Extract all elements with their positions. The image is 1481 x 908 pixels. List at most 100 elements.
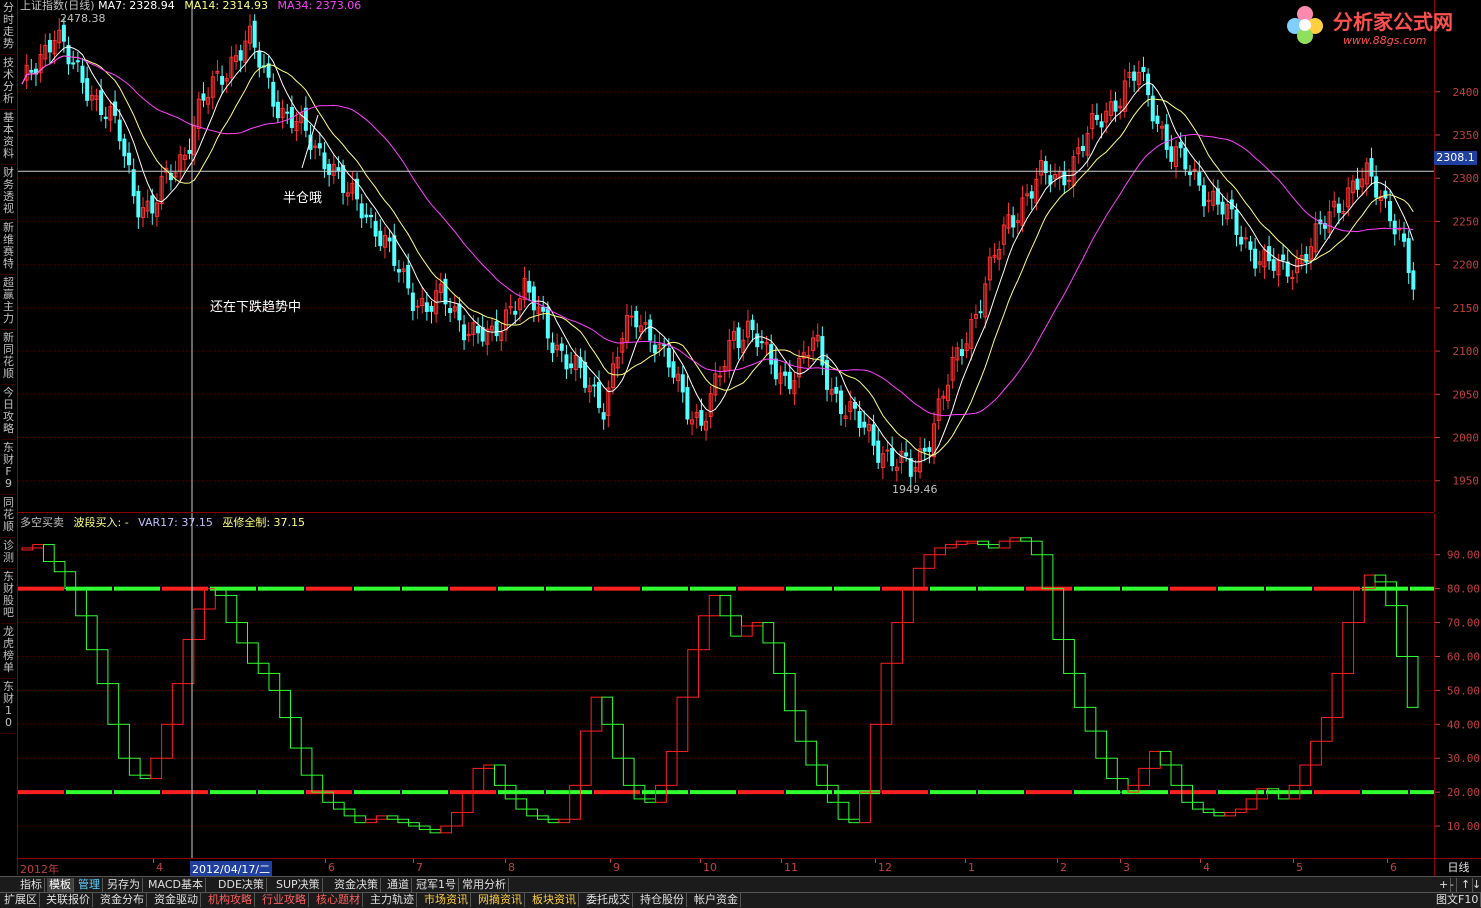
reference-line-segment — [690, 586, 736, 591]
candle-body — [410, 292, 415, 311]
step-bar — [740, 625, 753, 637]
step-bar — [53, 561, 66, 573]
toolbar1-button-3[interactable]: 另存为 — [105, 878, 143, 892]
candle-body — [1369, 158, 1374, 177]
toolbar2-button-8[interactable]: 市场资讯 — [422, 893, 471, 907]
toolbar1-button-6[interactable]: SUP决策 — [274, 878, 323, 892]
sidebar-tab-0[interactable]: 分时走势 — [1, 0, 16, 55]
toolbar2-button-13[interactable]: 帐户资金 — [692, 893, 741, 907]
step-bar — [1406, 655, 1419, 708]
step-bar — [848, 818, 861, 824]
toolbar2-button-0[interactable]: 扩展区 — [2, 893, 40, 907]
toolbar1-right-button-3[interactable]: ↓ — [1470, 878, 1481, 892]
candle-body — [1201, 185, 1206, 207]
toolbar1-button-0[interactable]: 指标 — [18, 878, 45, 892]
candle-body — [838, 390, 843, 415]
toolbar2-button-12[interactable]: 持仓股份 — [638, 893, 687, 907]
toolbar1-right-button-1[interactable]: - — [1448, 878, 1457, 892]
month-label: 1 — [968, 861, 975, 874]
toolbar1-button-8[interactable]: 通道 — [385, 878, 412, 892]
sidebar-tab-6[interactable]: 新同花顺 — [1, 330, 16, 385]
candle-body — [1411, 270, 1416, 290]
sidebar-tab-1[interactable]: 技术分析 — [1, 55, 16, 110]
sidebar-tab-13[interactable]: 东财10 — [1, 679, 16, 734]
price-axis-label: 2300 — [1453, 172, 1480, 185]
step-bar — [773, 642, 785, 674]
step-bar — [128, 757, 141, 776]
candle-body — [448, 308, 453, 313]
reference-line-segment — [114, 790, 160, 795]
sidebar-tab-10[interactable]: 诊测 — [1, 538, 16, 569]
toolbar1-button-9[interactable]: 冠军1号 — [414, 878, 459, 892]
price-axis: 2400 2350 2300 2250 2200 2150 2100 2050 2000 1950 — [1434, 0, 1480, 512]
step-bar — [1030, 540, 1043, 556]
toolbar2-button-2[interactable]: 资金分布 — [98, 893, 147, 907]
step-bar — [171, 683, 184, 725]
period-label[interactable]: 日线 — [1434, 858, 1481, 877]
sidebar-tab-3[interactable]: 财务透视 — [1, 165, 16, 220]
step-bar — [1310, 740, 1322, 766]
f10-button[interactable]: 图文F10 — [1434, 893, 1481, 907]
reference-line-segment — [690, 790, 736, 795]
reference-line-segment — [1122, 586, 1168, 591]
candle-body — [1067, 179, 1071, 182]
indicator-chart[interactable] — [18, 513, 1434, 858]
toolbar2-button-6[interactable]: 核心题材 — [314, 893, 363, 907]
candle-body — [1150, 95, 1155, 122]
toolbar2-button-7[interactable]: 主力轨迹 — [368, 893, 417, 907]
step-bar — [708, 594, 721, 617]
step-bar — [891, 622, 904, 664]
ma-line-ma34 — [21, 55, 1414, 417]
toolbar2-button-9[interactable]: 网摘资讯 — [476, 893, 525, 907]
month-tick — [781, 859, 782, 863]
toolbar2-button-11[interactable]: 委托成交 — [584, 893, 633, 907]
sidebar-tab-4[interactable]: 新维赛特 — [1, 220, 16, 275]
sidebar-tab-7[interactable]: 今日攻略 — [1, 385, 16, 440]
toolbar2-button-3[interactable]: 资金驱动 — [152, 893, 201, 907]
toolbar2-button-10[interactable]: 板块资讯 — [530, 893, 579, 907]
candle-body — [80, 65, 85, 83]
candle-body — [1113, 100, 1118, 112]
toolbar2-button-5[interactable]: 行业攻略 — [260, 893, 309, 907]
step-bar — [311, 774, 324, 793]
candle-body — [978, 311, 983, 314]
step-bar — [1353, 588, 1365, 624]
month-label: 10 — [703, 861, 717, 874]
price-axis-label: 2200 — [1453, 259, 1480, 272]
toolbar1-button-7[interactable]: 资金决策 — [332, 878, 381, 892]
price-axis-label: 1950 — [1453, 475, 1480, 488]
annotation-downtrend: 还在下跌趋势中 — [210, 300, 302, 315]
sidebar-tab-5[interactable]: 超赢主力 — [1, 275, 16, 330]
candle-body — [1388, 201, 1393, 222]
sidebar-tab-12[interactable]: 龙虎榜单 — [1, 624, 16, 679]
sidebar-tab-11[interactable]: 东财股吧 — [1, 569, 16, 624]
step-bar — [472, 767, 485, 793]
toolbar2-button-4[interactable]: 机构攻略 — [206, 893, 255, 907]
candle-body — [220, 76, 225, 85]
sidebar-tab-8[interactable]: 东财F9 — [1, 440, 16, 495]
price-chart[interactable] — [18, 0, 1434, 513]
candle-body — [1374, 176, 1379, 198]
step-bar — [440, 825, 453, 834]
step-bar — [869, 723, 882, 793]
candle-body — [908, 458, 913, 477]
step-bar — [64, 571, 77, 590]
step-bar — [515, 798, 528, 810]
candle-body — [387, 237, 392, 242]
toolbar2-button-1[interactable]: 关联报价 — [44, 893, 93, 907]
step-bar — [118, 723, 130, 759]
toolbar1-button-5[interactable]: DDE决策 — [216, 878, 267, 892]
step-bar — [923, 554, 936, 569]
reference-line-segment — [18, 790, 64, 795]
sidebar-tab-2[interactable]: 基本资料 — [1, 110, 16, 165]
step-bar — [1213, 811, 1226, 817]
sidebar-tab-9[interactable]: 同花顺 — [1, 495, 16, 538]
candle-body — [1336, 203, 1341, 213]
toolbar1-button-1[interactable]: 模板 — [47, 878, 74, 892]
month-tick — [700, 859, 701, 863]
candle-body — [736, 327, 741, 348]
candle-body — [136, 190, 141, 218]
toolbar1-button-2[interactable]: 管理 — [76, 878, 103, 892]
toolbar1-button-4[interactable]: MACD基本 — [146, 878, 206, 892]
toolbar1-button-10[interactable]: 常用分析 — [460, 878, 509, 892]
